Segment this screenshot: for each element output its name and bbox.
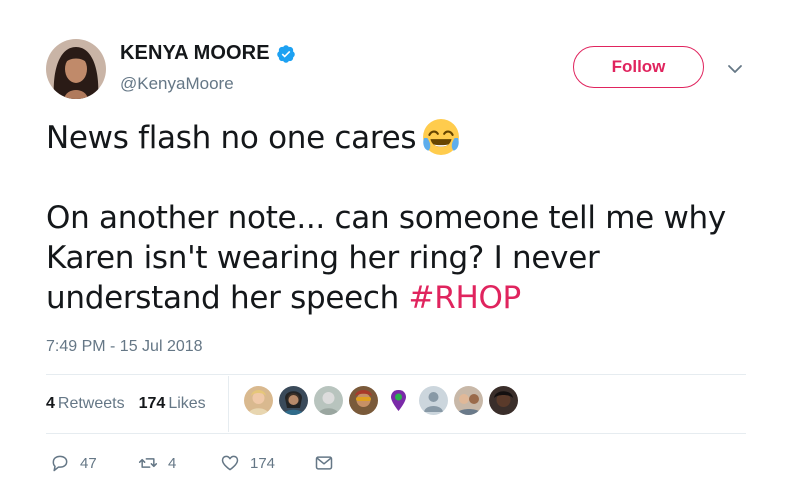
tweet-line-4: understand her speech #RHOP [46,280,522,316]
hashtag-link[interactable]: #RHOP [409,280,522,316]
stats-separator [228,376,229,432]
direct-message-action[interactable] [314,453,334,473]
reply-count: 47 [80,454,97,472]
tweet-line-1: News flash no one cares [46,118,766,158]
reply-action[interactable]: 47 [50,453,108,473]
follow-button[interactable]: Follow [573,46,704,88]
retweet-count: 4 [168,454,177,472]
author-name-row[interactable]: KENYA MOORE [120,42,296,65]
liker-avatar[interactable] [384,386,413,415]
liker-avatar[interactable] [314,386,343,415]
retweet-icon [138,458,158,468]
retweet-action[interactable]: 4 [138,453,198,473]
tweet-timestamp[interactable]: 7:49 PM - 15 Jul 2018 [46,338,203,356]
retweets-stat[interactable]: 4 Retweets [46,395,125,413]
tweet-text: News flash no one cares On another note.… [46,118,766,318]
liker-avatar[interactable] [349,386,378,415]
divider-top [46,374,746,375]
reply-icon [52,455,68,472]
liker-avatar[interactable] [454,386,483,415]
action-bar: 47 4 174 [46,448,334,478]
like-count: 174 [250,454,276,472]
chevron-down-icon[interactable] [726,62,744,76]
message-icon [315,456,333,470]
divider-bottom [46,433,746,434]
heart-icon [221,455,239,471]
like-action[interactable]: 174 [220,453,290,473]
stats-row: 4 Retweets 174 Likes [46,384,220,424]
tweet-card: KENYA MOORE @KenyaMoore Follow News flas… [0,0,799,493]
tweet-line-2: On another note... can someone tell me w… [46,200,726,236]
likes-stat[interactable]: 174 Likes [139,395,206,413]
author-handle[interactable]: @KenyaMoore [120,74,234,94]
liker-avatar[interactable] [279,386,308,415]
likers-avatars [244,386,518,415]
face-with-tears-of-joy-icon [423,119,460,155]
liker-avatar[interactable] [489,386,518,415]
tweet-line-3: Karen isn't wearing her ring? I never [46,240,600,276]
author-name[interactable]: KENYA MOORE [120,42,270,65]
liker-avatar[interactable] [419,386,448,415]
liker-avatar[interactable] [244,386,273,415]
author-avatar[interactable] [46,39,106,99]
verified-badge-icon [276,44,295,63]
